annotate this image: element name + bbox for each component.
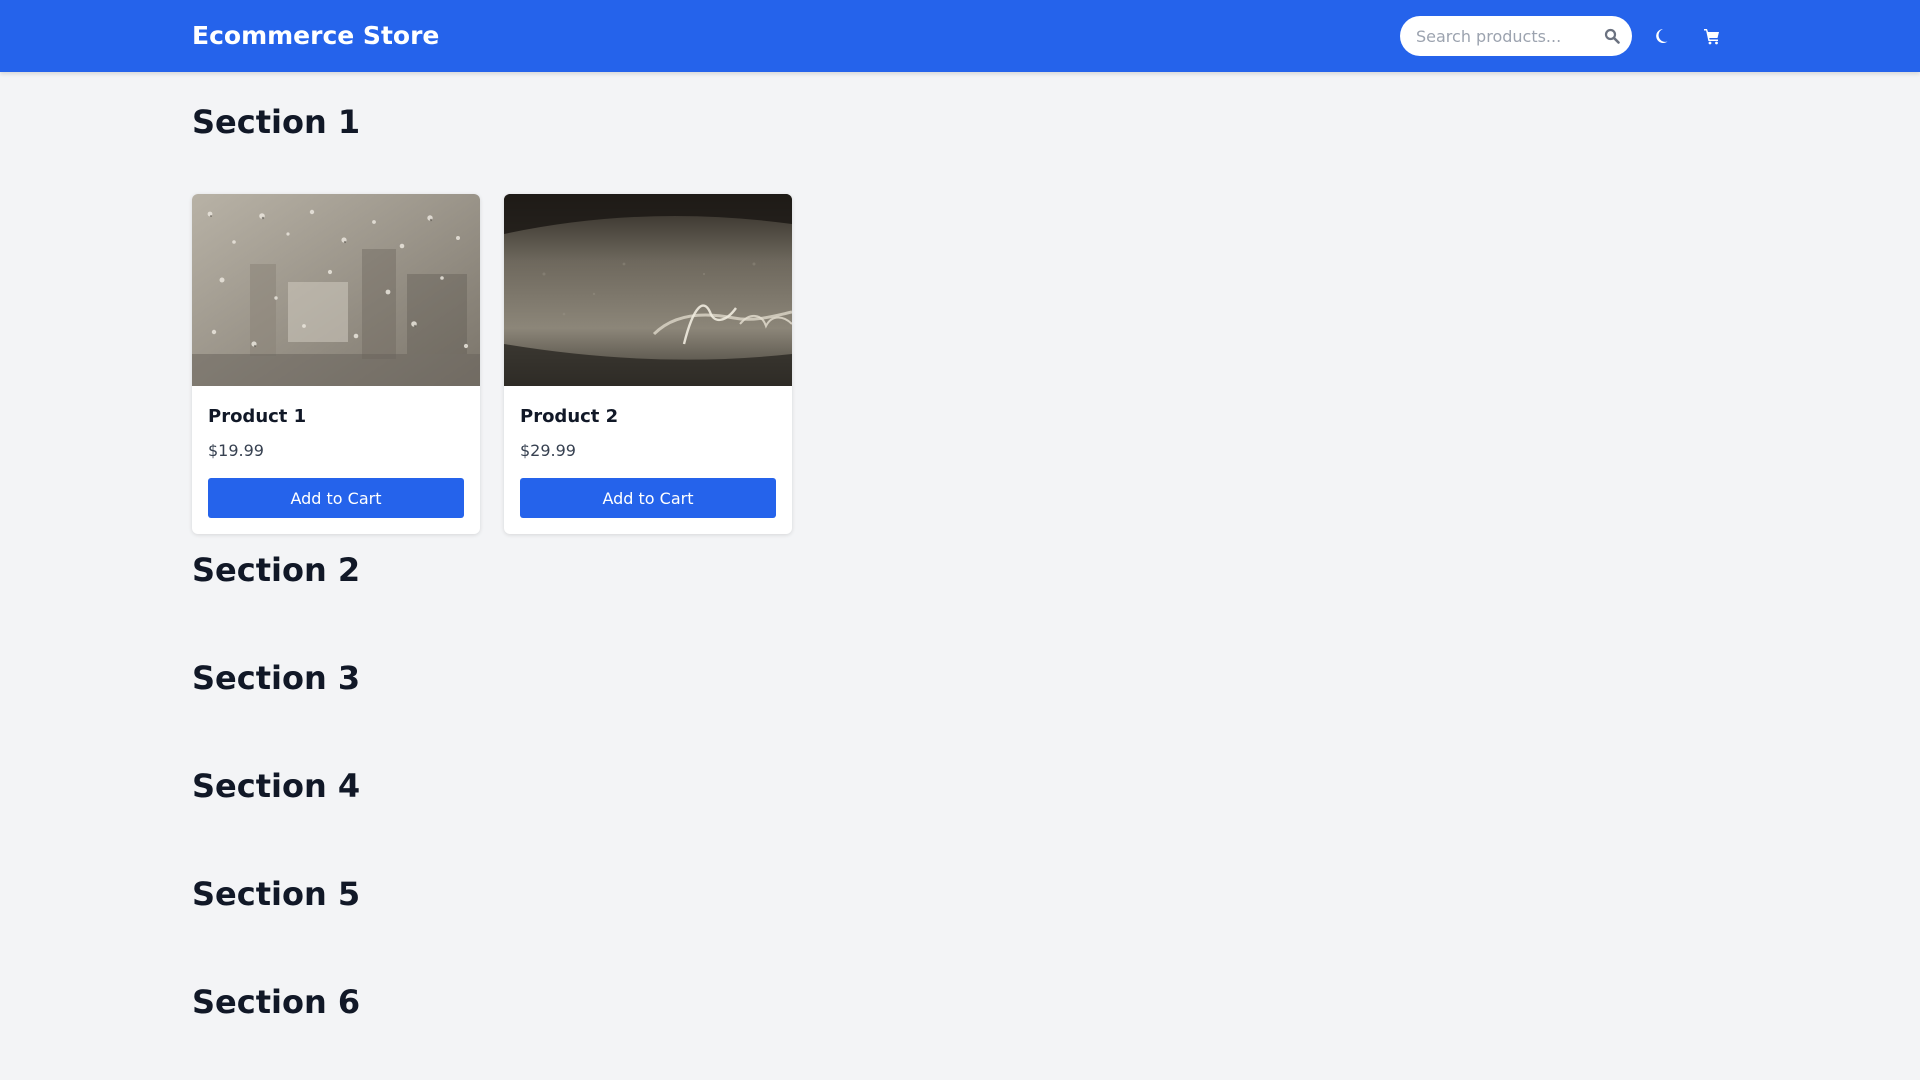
product-card: Product 2 $29.99 Add to Cart [504, 194, 792, 534]
section-title: Section 1 [192, 103, 361, 141]
theme-toggle-button[interactable] [1650, 22, 1678, 50]
add-to-cart-button[interactable]: Add to Cart [208, 478, 464, 518]
section-1: Section 1 Product 1 $19.99 Add to Cart P… [192, 102, 1092, 542]
product-card: Product 1 $19.99 Add to Cart [192, 194, 480, 534]
brand-logo[interactable]: Ecommerce Store [192, 0, 439, 72]
product-name[interactable]: Product 1 [208, 406, 306, 427]
top-navbar: Ecommerce Store [0, 0, 1920, 72]
section-title: Section 3 [192, 659, 361, 697]
section-title: Section 5 [192, 875, 361, 913]
product-image[interactable] [504, 194, 792, 386]
moon-icon [1656, 29, 1668, 43]
section-4: Section 4 [192, 766, 360, 806]
section-6: Section 6 [192, 982, 360, 1022]
cart-icon [1704, 29, 1719, 45]
search-icon [1604, 28, 1620, 44]
search-box [1400, 16, 1632, 56]
product-price: $19.99 [208, 441, 264, 460]
add-to-cart-button[interactable]: Add to Cart [520, 478, 776, 518]
search-button[interactable] [1600, 24, 1624, 48]
section-title: Section 6 [192, 983, 361, 1021]
section-2: Section 2 [192, 550, 360, 590]
cart-button[interactable] [1698, 22, 1726, 50]
section-title: Section 2 [192, 551, 361, 589]
section-3: Section 3 [192, 658, 360, 698]
search-input[interactable] [1400, 16, 1632, 56]
product-price: $29.99 [520, 441, 576, 460]
section-5: Section 5 [192, 874, 360, 914]
product-name[interactable]: Product 2 [520, 406, 618, 427]
section-title: Section 4 [192, 767, 361, 805]
product-grid: Product 1 $19.99 Add to Cart Product 2 $… [192, 194, 1092, 534]
product-image[interactable] [192, 194, 480, 386]
